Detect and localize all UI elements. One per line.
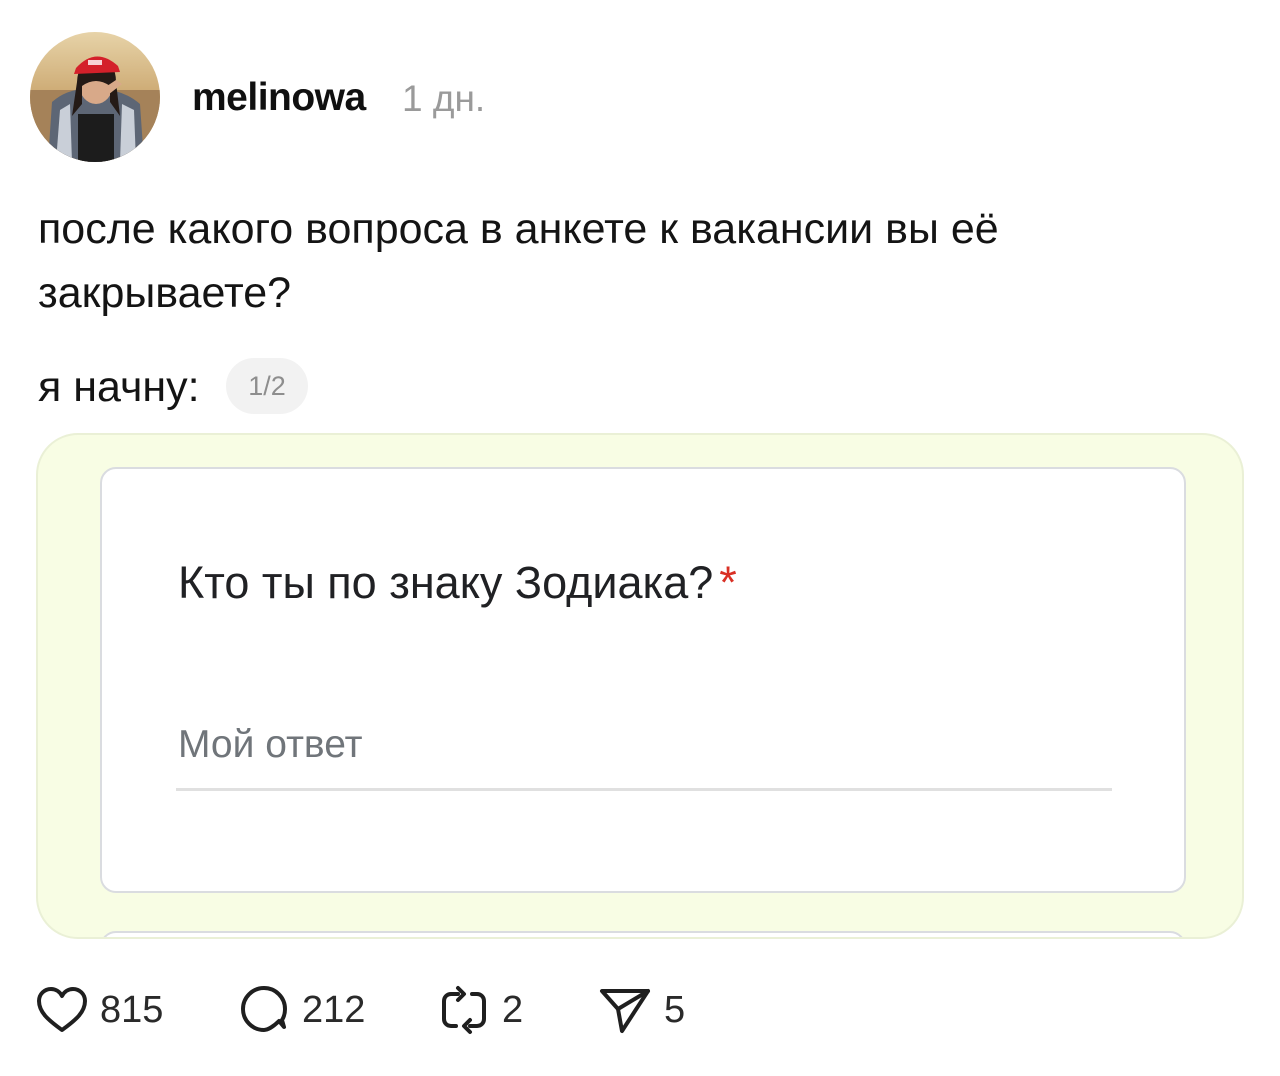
answer-underline [176,788,1112,791]
comment-button[interactable]: 212 [240,980,365,1040]
like-button[interactable]: 815 [36,980,163,1040]
repost-count: 2 [502,988,524,1031]
comment-icon [241,986,287,1032]
author-username[interactable]: melinowa [192,76,366,120]
required-marker: * [719,557,737,608]
post-media-image[interactable]: Кто ты по знаку Зодиака? * Мой ответ [36,433,1244,939]
post-text: после какого вопроса в анкете к вакансии… [38,205,999,317]
heart-icon [37,987,87,1032]
form-question-text: Кто ты по знаку Зодиака? [178,557,714,608]
share-button[interactable]: 5 [598,980,685,1040]
like-count: 815 [100,988,164,1031]
repost-icon [442,986,486,1034]
media-page-counter: 1/2 [226,358,308,414]
post-text-continuation: я начну: [38,363,200,411]
form-question: Кто ты по знаку Зодиака? * [178,557,737,609]
share-count: 5 [664,988,686,1031]
post-timestamp: 1 дн. [402,78,486,119]
next-form-card [100,931,1186,937]
form-question-card: Кто ты по знаку Зодиака? * Мой ответ [100,467,1186,893]
avatar-photo [30,32,160,162]
post-actions-bar: 815 212 2 5 [36,980,736,1040]
repost-button[interactable]: 2 [438,980,523,1040]
share-icon [600,989,650,1033]
answer-placeholder: Мой ответ [178,723,363,766]
author-avatar[interactable] [30,32,160,162]
comment-count: 212 [302,988,366,1031]
